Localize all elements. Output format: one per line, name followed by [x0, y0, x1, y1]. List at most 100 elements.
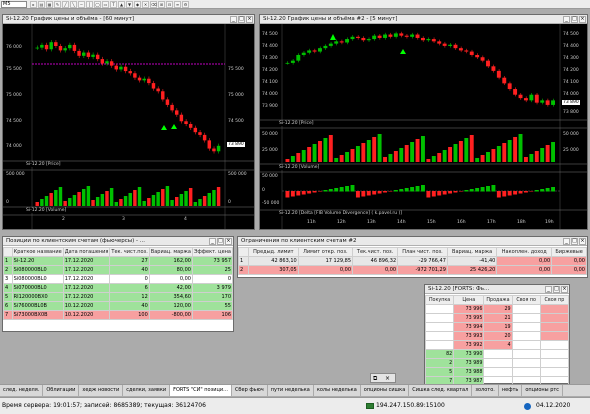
col-cur-pos[interactable]: Тек.чист. поз.: [352, 247, 399, 257]
table-row[interactable]: 3 Si080000BL0 17.12.2020 0 0,00 0: [3, 274, 234, 284]
col-plan-pos[interactable]: План чист. поз.: [397, 247, 448, 257]
toolbar-button-10[interactable]: ▭: [102, 1, 109, 8]
col-pos[interactable]: Тек. чист.поз.: [109, 247, 150, 257]
workspace-tab[interactable]: след. неделя.: [0, 385, 44, 396]
minimize-icon[interactable]: _: [545, 286, 552, 293]
table-row[interactable]: 1 Si-12.20 17.12.2020 27 162,00 73 957: [3, 256, 234, 266]
chart2-volume-bars: [285, 134, 555, 162]
col-num[interactable]: [238, 247, 249, 257]
minimize-icon[interactable]: _: [563, 16, 570, 23]
col-own-buy[interactable]: Своя по: [511, 295, 541, 305]
volume-bar: [540, 148, 545, 162]
toolbar-button-4[interactable]: ✎: [54, 1, 61, 8]
minimize-icon[interactable]: _: [209, 238, 216, 245]
workspace-tab[interactable]: Облигации: [43, 385, 80, 396]
maximize-icon[interactable]: □: [217, 238, 224, 245]
toolbar-button-9[interactable]: ◯: [94, 1, 101, 8]
orderbook-sell-row[interactable]: 73 993 20: [424, 331, 570, 341]
minimize-icon[interactable]: _: [563, 238, 570, 245]
toolbar-button-13[interactable]: ▼: [126, 1, 133, 8]
close-icon[interactable]: ×: [225, 238, 232, 245]
workspace-tab[interactable]: хедж новости: [79, 385, 124, 396]
toolbar-button-3[interactable]: ▦: [46, 1, 53, 8]
delta-bar: [518, 191, 523, 194]
col-eff[interactable]: Эффект. цена: [191, 247, 234, 257]
col-price[interactable]: Цена: [453, 295, 485, 305]
orderbook-buy-row[interactable]: 5 73 988: [424, 367, 570, 377]
table-row[interactable]: 7 Si73000BX0B 10.12.2020 100 -800,00 106: [3, 310, 234, 320]
workspace-tab[interactable]: сделки, заявки: [123, 385, 171, 396]
toolbar-button-14[interactable]: ◆: [134, 1, 141, 8]
workspace-tab[interactable]: Сбер фьюч: [232, 385, 268, 396]
minimize-icon[interactable]: _: [230, 16, 237, 23]
workspace-tab[interactable]: нефть: [499, 385, 523, 396]
volume-bar: [328, 135, 333, 162]
toolbar-button-2[interactable]: ▤: [38, 1, 45, 8]
workspace-tab[interactable]: FORTS "СИ" позици...: [170, 385, 232, 396]
close-icon[interactable]: ×: [246, 16, 253, 23]
maximize-icon[interactable]: □: [553, 286, 560, 293]
workspace-tab[interactable]: золото.: [472, 385, 499, 396]
col-accum-income[interactable]: Накоплен. доход: [496, 247, 553, 257]
orderbook-sell-row[interactable]: 73 992 4: [424, 340, 570, 350]
toolbar-button-6[interactable]: ╲: [70, 1, 77, 8]
candle: [63, 48, 67, 51]
sell-volume-cell: 19: [483, 322, 513, 332]
table-row[interactable]: 4 Si070000BL0 17.12.2020 6 42,00 3 979: [3, 283, 234, 293]
limits-window-controls: _ □ ×: [563, 238, 586, 245]
orderbook-sell-row[interactable]: 73 996 29: [424, 304, 570, 314]
table-row[interactable]: 1 42 863,10 17 129,85 46 896,32 -29 766,47 -4…: [238, 256, 587, 266]
toolbar-button-17[interactable]: ⊞: [158, 1, 165, 8]
col-exchange[interactable]: Биржевые: [551, 247, 587, 257]
workspace-tab[interactable]: колы неделька: [314, 385, 361, 396]
chart1-candles: [35, 40, 221, 154]
maximize-icon[interactable]: □: [571, 238, 578, 245]
toolbar-button-7[interactable]: ─: [78, 1, 85, 8]
toolbar-button-8[interactable]: │: [86, 1, 93, 8]
toolbar-button-16[interactable]: ⌫: [150, 1, 157, 8]
col-sell[interactable]: Продажа: [483, 295, 513, 305]
workspace-tab[interactable]: опционы ртс: [522, 385, 564, 396]
col-prev-limit[interactable]: Предыд. лимит: [248, 247, 299, 257]
table-row[interactable]: 5 RI120000BX0 17.12.2020 12 354,60 170: [3, 292, 234, 302]
col-open-limit[interactable]: Лимит откр. поз.: [297, 247, 354, 257]
toolbar-button-20[interactable]: ⚙: [182, 1, 189, 8]
minimized-window[interactable]: ⧉ ×: [370, 373, 396, 383]
workspace-tab[interactable]: пути неделька: [268, 385, 314, 396]
toolbar-button-11[interactable]: T: [110, 1, 117, 8]
toolbar-button-1[interactable]: ▸: [30, 1, 37, 8]
timeframe-select[interactable]: M5: [1, 1, 27, 8]
chart1-area[interactable]: 76 000 75 500 75 000 74 500 74 000 75 50…: [3, 24, 254, 229]
toolbar-button-15[interactable]: ✕: [142, 1, 149, 8]
maximize-icon[interactable]: □: [238, 16, 245, 23]
orderbook-sell-row[interactable]: 73 995 21: [424, 313, 570, 323]
close-icon[interactable]: ×: [579, 238, 586, 245]
col-date[interactable]: Дата погашения: [62, 247, 111, 257]
table-row[interactable]: 6 Si76000BL0B 10.12.2020 40 120,00 55: [3, 301, 234, 311]
col-buy[interactable]: Покупка: [424, 295, 455, 305]
workspace-tab[interactable]: опционы сишка: [361, 385, 410, 396]
toolbar-button-12[interactable]: ▲: [118, 1, 125, 8]
toolbar-button-19[interactable]: ≡: [174, 1, 181, 8]
close-icon[interactable]: ×: [385, 375, 390, 382]
maximize-icon[interactable]: □: [571, 16, 578, 23]
orderbook-buy-row[interactable]: 2 73 989: [424, 358, 570, 368]
col-var-margin[interactable]: Вариац. маржа: [446, 247, 498, 257]
close-icon[interactable]: ×: [561, 286, 568, 293]
table-row[interactable]: 2 307,05 0,00 0,00 -972 701,29 25 426,20 0,00 0…: [238, 265, 587, 275]
close-icon[interactable]: ×: [579, 16, 586, 23]
restore-icon[interactable]: ⧉: [373, 375, 377, 383]
orderbook-buy-row[interactable]: 82 73 990: [424, 349, 570, 359]
orderbook-sell-row[interactable]: 73 994 19: [424, 322, 570, 332]
col-margin[interactable]: Вариац. маржа: [148, 247, 193, 257]
workspace-tab[interactable]: Сишка след. квартал: [409, 385, 473, 396]
col-own-sell[interactable]: Своя пр: [539, 295, 570, 305]
table-cell: 6: [109, 283, 150, 293]
col-num[interactable]: [3, 247, 13, 257]
toolbar-button-18[interactable]: ⊟: [166, 1, 173, 8]
table-row[interactable]: 2 Si080000BL0 17.12.2020 40 80,00 25: [3, 265, 234, 275]
volume-bar: [469, 135, 474, 162]
chart2-area[interactable]: 74 500 74 400 74 300 74 200 74 100 74 00…: [260, 24, 587, 229]
col-name[interactable]: Краткое название: [11, 247, 64, 257]
toolbar-button-5[interactable]: ╱: [62, 1, 69, 8]
